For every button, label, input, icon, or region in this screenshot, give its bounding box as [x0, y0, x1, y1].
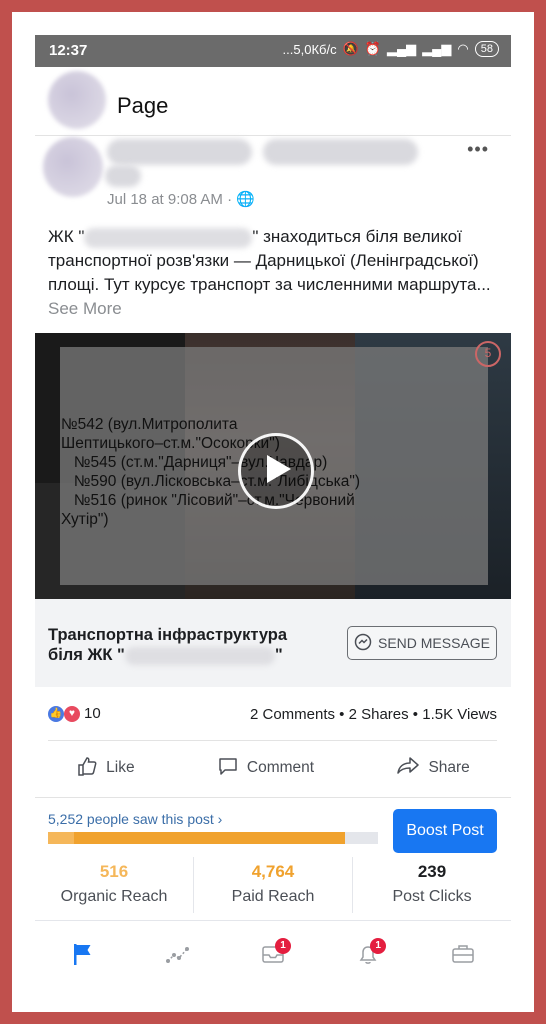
post-actions: Like Comment Share	[35, 747, 511, 789]
people-saw-text: 5,252 people saw this post	[48, 811, 214, 827]
video-overlay-text: №542 (вул.Митрополита Шептицького–ст.м."…	[61, 416, 361, 528]
mute-icon: 🔕	[342, 41, 359, 56]
more-options-icon[interactable]: •••	[467, 139, 489, 160]
header-divider	[35, 135, 511, 136]
boost-post-button[interactable]: Boost Post	[393, 809, 497, 853]
post-text: ЖК " " знаходиться біля великої транспорт…	[48, 225, 503, 321]
reach-progress-bar	[48, 832, 378, 844]
play-icon[interactable]	[238, 433, 314, 509]
reaction-count: 10	[84, 705, 101, 722]
phone-screen: 12:37 ...5,0Кб/с 🔕 ⏰ ▂▄▆ ▂▄▆ ◠ 58 Page •…	[35, 35, 511, 1010]
cta-bar: Транспортна інфраструктура біля ЖК " " SE…	[35, 599, 511, 687]
like-button[interactable]: Like	[76, 755, 135, 782]
bottom-nav: 1 1	[35, 920, 511, 991]
thumbs-up-icon	[76, 755, 98, 782]
signal-icon-2: ▂▄▆	[422, 41, 452, 56]
redacted-name	[84, 227, 253, 248]
paid-reach-label: Paid Reach	[231, 888, 315, 905]
flag-icon	[70, 941, 96, 972]
net-speed: ...5,0Кб/с	[282, 41, 337, 57]
chevron-right-icon: ›	[217, 811, 223, 827]
like-reaction-icon: 👍	[48, 705, 64, 722]
video-corner-badge: 5	[475, 341, 501, 367]
cta-title-line1: Транспортна інфраструктура	[48, 626, 288, 644]
cta-title-line2-prefix: біля ЖК "	[48, 646, 125, 664]
comment-icon	[217, 755, 239, 782]
nav-insights-tab[interactable]	[158, 936, 198, 976]
insights-graph-icon	[165, 941, 191, 972]
reach-metrics: 516 Organic Reach 4,764 Paid Reach 239 P…	[35, 857, 511, 913]
share-label: Share	[428, 759, 470, 776]
signal-icon: ▂▄▆	[386, 41, 417, 56]
see-more-link[interactable]: See More	[48, 299, 122, 318]
post-text-prefix: ЖК "	[48, 227, 85, 246]
video-player[interactable]: №542 (вул.Митрополита Шептицького–ст.м."…	[35, 333, 511, 599]
notifications-badge: 1	[370, 938, 387, 954]
alarm-icon: ⏰	[364, 41, 381, 56]
nav-inbox-tab[interactable]: 1	[253, 936, 293, 976]
nav-page-tab[interactable]	[63, 936, 103, 976]
cta-title-line2-suffix: "	[274, 646, 283, 664]
send-message-button[interactable]: SEND MESSAGE	[347, 626, 497, 660]
status-time: 12:37	[49, 42, 88, 59]
actions-divider	[35, 797, 511, 798]
wifi-icon: ◠	[457, 41, 469, 56]
send-message-label: SEND MESSAGE	[377, 635, 491, 651]
globe-icon: 🌐	[236, 191, 255, 208]
organic-reach-fill	[48, 832, 75, 844]
status-icons: ...5,0Кб/с 🔕 ⏰ ▂▄▆ ▂▄▆ ◠ 58	[283, 41, 499, 57]
nav-tools-tab[interactable]	[443, 936, 483, 976]
comment-label: Comment	[246, 759, 315, 776]
poster-avatar[interactable]	[43, 137, 103, 197]
post-clicks-value: 239	[417, 862, 447, 881]
cta-redacted-name	[124, 646, 275, 665]
paid-reach-value: 4,764	[251, 862, 295, 881]
share-icon	[396, 755, 420, 782]
nav-notifications-tab[interactable]: 1	[348, 936, 388, 976]
page-avatar[interactable]	[48, 71, 106, 129]
reactions-summary[interactable]: 👍 ♥ 10	[48, 705, 101, 722]
briefcase-icon	[450, 941, 476, 972]
engagement-divider	[48, 740, 497, 741]
poster-extra-redacted	[105, 165, 141, 187]
organic-reach-metric: 516 Organic Reach	[35, 857, 194, 913]
messenger-icon	[354, 633, 372, 654]
comment-button[interactable]: Comment	[217, 755, 314, 782]
like-label: Like	[106, 759, 135, 776]
organic-reach-value: 516	[99, 862, 129, 881]
engagement-stats[interactable]: 2 Comments • 2 Shares • 1.5K Views	[250, 706, 497, 723]
paid-reach-fill	[74, 832, 345, 844]
battery-indicator: 58	[474, 41, 499, 57]
post-clicks-metric: 239 Post Clicks	[353, 857, 511, 913]
organic-reach-label: Organic Reach	[60, 888, 168, 905]
share-button[interactable]: Share	[396, 755, 470, 782]
page-title: Page	[117, 93, 169, 118]
poster-name-redacted-2[interactable]	[263, 139, 418, 165]
people-saw-link[interactable]: 5,252 people saw this post ›	[48, 811, 222, 827]
inbox-badge: 1	[274, 938, 291, 954]
post-clicks-label: Post Clicks	[392, 888, 472, 905]
cta-title: Транспортна інфраструктура біля ЖК " "	[48, 625, 328, 665]
love-reaction-icon: ♥	[64, 705, 80, 722]
post-timestamp[interactable]: Jul 18 at 9:08 AM ·	[107, 191, 236, 208]
status-bar: 12:37 ...5,0Кб/с 🔕 ⏰ ▂▄▆ ▂▄▆ ◠ 58	[35, 35, 511, 67]
paid-reach-metric: 4,764 Paid Reach	[194, 857, 353, 913]
poster-name-redacted[interactable]	[107, 139, 252, 165]
post-meta: Jul 18 at 9:08 AM · 🌐	[107, 190, 255, 208]
